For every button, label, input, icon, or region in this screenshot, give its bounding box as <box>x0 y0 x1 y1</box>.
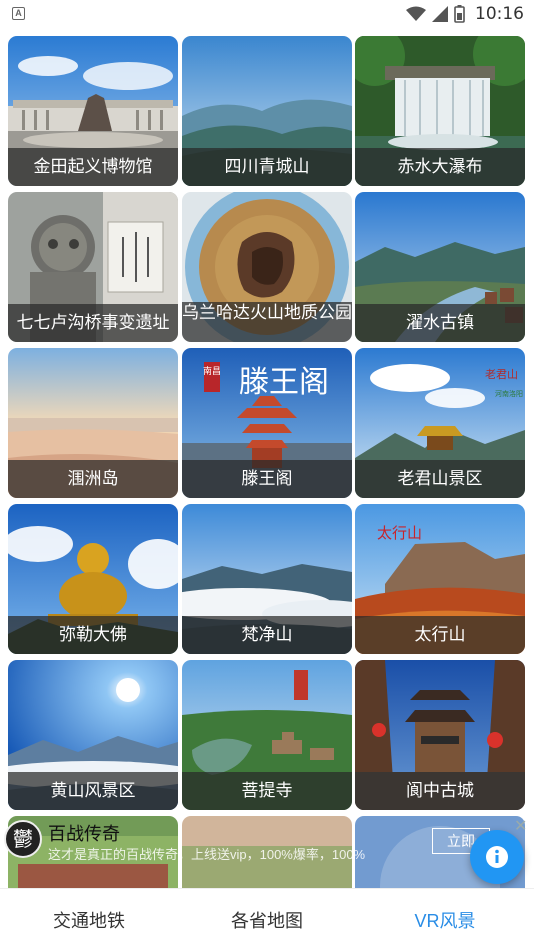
scenic-tile-label: 弥勒大佛 <box>8 616 178 654</box>
ad-title: 百战传奇 <box>48 824 120 844</box>
poster-tag: 河南洛阳 <box>495 389 523 398</box>
scenic-tile-label: 四川青城山 <box>182 148 352 186</box>
scenic-tile-langzhong[interactable]: 阆中古城 <box>355 660 525 810</box>
scenic-tile-label: 涠洲岛 <box>8 460 178 498</box>
ad-banner[interactable]: 鬱 百战传奇 这才是真正的百战传奇，上线送vip，100%爆率，100% 立即 … <box>0 812 534 888</box>
poster-title: 老君山 <box>485 368 518 381</box>
scenic-tile-weizhou-island[interactable]: 涠洲岛 <box>8 348 178 498</box>
status-bar: A 10:16 <box>0 0 534 28</box>
ad-description: 这才是真正的百战传奇，上线送vip，100%爆率，100% <box>48 847 366 862</box>
clock: 10:16 <box>475 4 524 24</box>
poster-title: 滕王阁 <box>239 365 329 400</box>
bottom-tab-bar: 交通地铁 各省地图 VR风景 <box>0 888 534 950</box>
signal-icon <box>432 6 448 22</box>
scenic-tile-huangshan[interactable]: 黄山风景区 <box>8 660 178 810</box>
scenic-tile-label: 濯水古镇 <box>355 304 525 342</box>
scenic-tile-label: 阆中古城 <box>355 772 525 810</box>
tab-vr-scenery[interactable]: VR风景 <box>356 889 534 950</box>
info-button[interactable] <box>470 830 524 884</box>
scenic-tile-puti-temple[interactable]: 菩提寺 <box>182 660 352 810</box>
scenic-tile-wulanhada-volcano[interactable]: 乌兰哈达火山地质公园 <box>182 192 352 342</box>
tab-transit-subway[interactable]: 交通地铁 <box>0 889 178 950</box>
scenic-tile-label: 梵净山 <box>182 616 352 654</box>
scenic-tile-label: 乌兰哈达火山地质公园 <box>182 302 352 342</box>
scenic-tile-label: 滕王阁 <box>182 460 352 498</box>
status-icons: 10:16 <box>406 3 524 25</box>
scenic-tile-fanjingshan[interactable]: 梵净山 <box>182 504 352 654</box>
battery-icon <box>454 5 465 23</box>
poster-title: 太行山 <box>377 524 422 542</box>
scenic-grid: 金田起义博物馆 四川青城山 赤水大瀑布 七七卢沟桥事变遗址 乌兰哈达火山地质公园… <box>0 28 534 888</box>
ad-logo: 鬱 <box>4 820 42 858</box>
scenic-tile-label: 金田起义博物馆 <box>8 148 178 186</box>
scenic-tile-label: 老君山景区 <box>355 460 525 498</box>
info-icon <box>486 846 508 868</box>
scenic-tile-qingcheng[interactable]: 四川青城山 <box>182 36 352 186</box>
scenic-tile-label: 菩提寺 <box>182 772 352 810</box>
notification-icon: A <box>12 7 25 20</box>
scenic-tile-jintian-museum[interactable]: 金田起义博物馆 <box>8 36 178 186</box>
poster-tag: 南昌 <box>203 365 221 377</box>
scenic-tile-label: 黄山风景区 <box>8 772 178 810</box>
scenic-tile-tengwang-pavilion[interactable]: 滕王阁 南昌 滕王阁 <box>182 348 352 498</box>
scenic-tile-label: 太行山 <box>355 616 525 654</box>
scenic-tile-laojunshan[interactable]: 老君山 河南洛阳 老君山景区 <box>355 348 525 498</box>
wifi-icon <box>406 6 426 21</box>
scenic-tile-taihangshan[interactable]: 太行山 太行山 <box>355 504 525 654</box>
scenic-tile-lugou-bridge[interactable]: 七七卢沟桥事变遗址 <box>8 192 178 342</box>
tab-province-maps[interactable]: 各省地图 <box>178 889 356 950</box>
scenic-tile-label: 七七卢沟桥事变遗址 <box>8 304 178 342</box>
scenic-tile-zhuoshui-town[interactable]: 濯水古镇 <box>355 192 525 342</box>
scenic-tile-maitreya-buddha[interactable]: 弥勒大佛 <box>8 504 178 654</box>
scenic-tile-chishui-waterfall[interactable]: 赤水大瀑布 <box>355 36 525 186</box>
scenic-tile-label: 赤水大瀑布 <box>355 148 525 186</box>
